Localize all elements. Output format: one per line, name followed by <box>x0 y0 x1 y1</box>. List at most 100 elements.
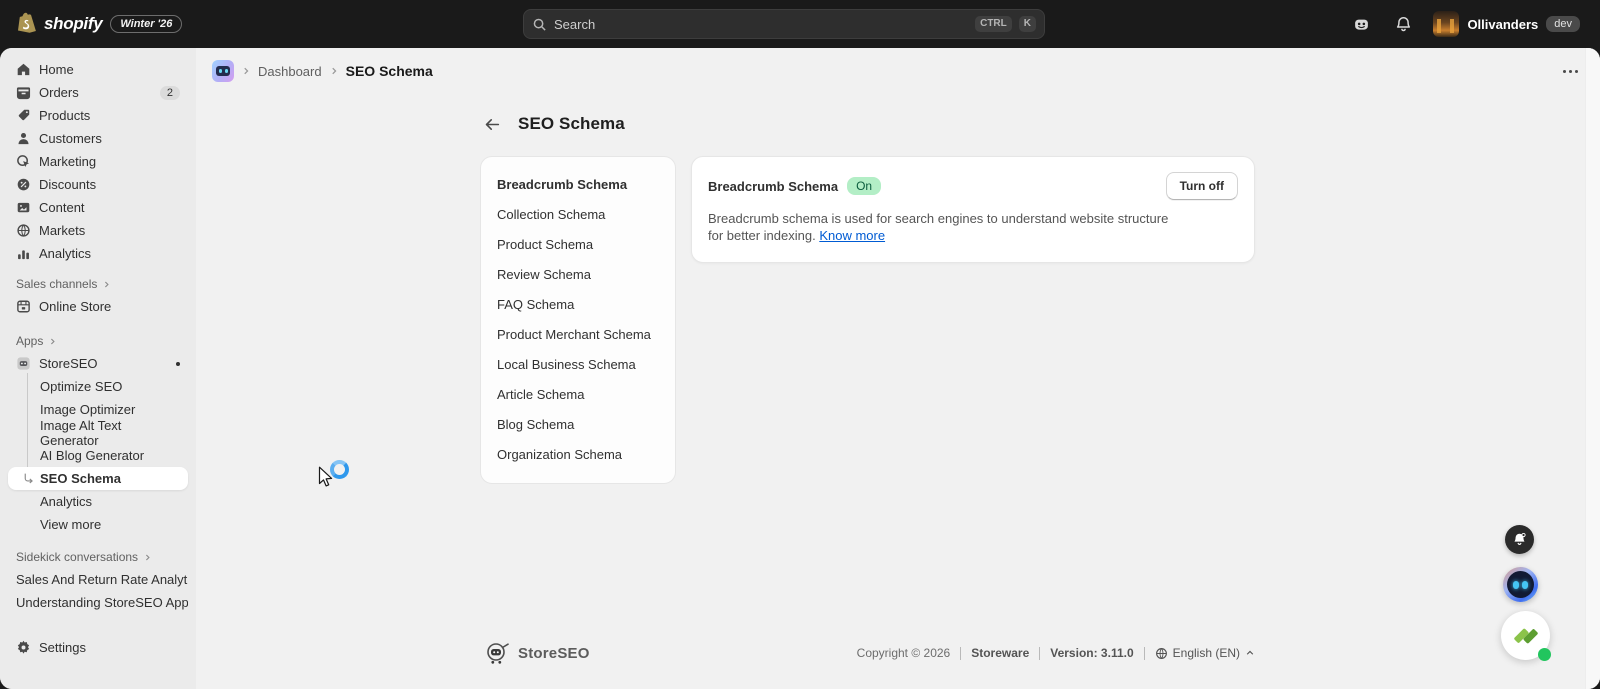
branch-arrow-icon <box>22 472 35 485</box>
sidebar-item-storeseo-app[interactable]: StoreSEO <box>8 352 188 375</box>
breadcrumb-dashboard-link[interactable]: Dashboard <box>258 64 322 79</box>
global-search-input[interactable]: Search CTRL K <box>523 9 1045 39</box>
detail-header: Breadcrumb Schema On Turn off <box>708 172 1238 200</box>
storefront-icon <box>16 299 31 314</box>
sidekick-robot-icon <box>1355 19 1368 30</box>
media-icon <box>16 200 31 215</box>
sidekick-button[interactable] <box>1345 8 1377 40</box>
sidebar-item-app-analytics[interactable]: Analytics <box>8 490 188 513</box>
orders-icon <box>16 85 31 100</box>
sidebar-item-content[interactable]: Content <box>8 196 188 219</box>
arrow-left-icon <box>485 118 499 130</box>
sidebar-item-view-more[interactable]: View more <box>8 513 188 536</box>
storeseo-breadcrumb-icon[interactable] <box>212 60 234 82</box>
language-selector[interactable]: English (EN) <box>1155 646 1255 660</box>
more-actions-button[interactable] <box>1557 64 1584 79</box>
notifications-button[interactable] <box>1387 8 1419 40</box>
sidebar-item-orders[interactable]: Orders 2 <box>8 81 188 104</box>
language-label: English (EN) <box>1172 646 1240 660</box>
sidebar-item-marketing[interactable]: Marketing <box>8 150 188 173</box>
apps-header[interactable]: Apps <box>8 330 188 352</box>
schema-item-article[interactable]: Article Schema <box>497 380 659 410</box>
schema-item-product-merchant[interactable]: Product Merchant Schema <box>497 320 659 350</box>
globe-icon <box>16 223 31 238</box>
app-footer: StoreSEO Copyright © 2026 Storeware Vers… <box>485 640 1255 666</box>
admin-surface: Home Orders 2 Products Customers Marketi… <box>0 48 1600 689</box>
person-icon <box>16 131 31 146</box>
schema-list-card: Breadcrumb Schema Collection Schema Prod… <box>480 156 676 484</box>
sidebar-item-customers[interactable]: Customers <box>8 127 188 150</box>
bar-chart-icon <box>16 246 31 261</box>
search-icon <box>532 17 547 32</box>
edition-badge[interactable]: Winter '26 <box>110 15 183 33</box>
online-status-dot <box>1538 648 1551 661</box>
mouse-cursor <box>318 466 335 489</box>
page-header: SEO Schema <box>480 110 1260 138</box>
shopify-wordmark: shopify <box>44 14 103 33</box>
footer-meta: Copyright © 2026 Storeware Version: 3.11… <box>857 646 1255 660</box>
divider <box>1039 646 1041 660</box>
account-menu[interactable]: Ollivanders dev <box>1429 8 1584 40</box>
tag-icon <box>16 108 31 123</box>
schema-item-faq[interactable]: FAQ Schema <box>497 290 659 320</box>
detail-description: Breadcrumb schema is used for search eng… <box>708 211 1169 244</box>
divider <box>960 646 962 660</box>
sidebar-nav: Home Orders 2 Products Customers Marketi… <box>0 48 196 689</box>
sidebar-item-online-store[interactable]: Online Store <box>8 295 188 318</box>
chevron-right-icon <box>241 66 251 76</box>
schema-item-organization[interactable]: Organization Schema <box>497 440 659 470</box>
store-avatar <box>1433 11 1460 37</box>
sidekick-conversations-header[interactable]: Sidekick conversations <box>8 546 188 568</box>
footer-copyright: Copyright © 2026 <box>856 646 951 660</box>
schema-item-review[interactable]: Review Schema <box>497 260 659 290</box>
scrollbar-track[interactable] <box>1585 48 1600 689</box>
sidebar-item-optimize-seo[interactable]: Optimize SEO <box>8 375 188 398</box>
know-more-link[interactable]: Know more <box>819 228 885 243</box>
storeseo-cart-logo-icon <box>485 641 511 665</box>
conversation-item-sales-return-rate[interactable]: Sales And Return Rate Analyti... <box>8 568 188 591</box>
shopify-brand[interactable]: shopify Winter '26 <box>16 0 183 48</box>
dev-badge: dev <box>1546 16 1580 32</box>
shopify-logo: shopify <box>16 12 103 36</box>
sidebar-item-analytics[interactable]: Analytics <box>8 242 188 265</box>
chevron-right-icon <box>143 553 152 562</box>
notification-fab[interactable] <box>1505 525 1534 554</box>
schema-item-breadcrumb[interactable]: Breadcrumb Schema <box>497 170 659 200</box>
schema-item-blog[interactable]: Blog Schema <box>497 410 659 440</box>
store-name: Ollivanders <box>1467 16 1539 32</box>
chevron-right-icon <box>102 280 111 289</box>
bell-badge-icon <box>1514 532 1526 545</box>
target-icon <box>16 154 31 169</box>
footer-company: Storeware <box>971 646 1030 660</box>
storeseo-assistant-fab[interactable] <box>1503 567 1538 602</box>
sidebar-item-settings[interactable]: Settings <box>8 636 188 659</box>
storeseo-app-icon <box>16 356 31 371</box>
schema-detail-card: Breadcrumb Schema On Turn off Breadcrumb… <box>691 156 1255 263</box>
schema-item-collection[interactable]: Collection Schema <box>497 200 659 230</box>
sidebar-item-home[interactable]: Home <box>8 58 188 81</box>
sidebar-item-markets[interactable]: Markets <box>8 219 188 242</box>
home-icon <box>16 62 31 77</box>
sidebar-item-products[interactable]: Products <box>8 104 188 127</box>
gear-icon <box>16 640 31 655</box>
sales-channels-header[interactable]: Sales channels <box>8 273 188 295</box>
schema-item-product[interactable]: Product Schema <box>497 230 659 260</box>
status-badge: On <box>847 177 882 195</box>
app-pinned-dot <box>176 361 180 366</box>
topbar: shopify Winter '26 Search CTRL K Ollivan… <box>0 0 1600 48</box>
shopify-admin-app: { "topbar": { "brand": "shopify", "editi… <box>0 0 1600 689</box>
bell-icon <box>1396 16 1411 31</box>
sidebar-item-discounts[interactable]: Discounts <box>8 173 188 196</box>
divider <box>1143 646 1145 660</box>
storeware-logo-icon <box>1513 628 1538 643</box>
sidebar-item-image-alt-text-generator[interactable]: Image Alt Text Generator <box>8 418 188 448</box>
schema-panels: Breadcrumb Schema Collection Schema Prod… <box>480 156 1260 484</box>
sidebar-item-ai-blog-generator[interactable]: AI Blog Generator <box>8 444 188 467</box>
sidebar-item-seo-schema[interactable]: SEO Schema <box>8 467 188 490</box>
footer-logo: StoreSEO <box>485 641 590 665</box>
schema-item-local-business[interactable]: Local Business Schema <box>497 350 659 380</box>
conversation-item-understanding-storeseo[interactable]: Understanding StoreSEO App ... <box>8 591 188 614</box>
turn-off-button[interactable]: Turn off <box>1165 172 1238 200</box>
back-button[interactable] <box>480 112 504 136</box>
globe-icon <box>1155 647 1168 660</box>
